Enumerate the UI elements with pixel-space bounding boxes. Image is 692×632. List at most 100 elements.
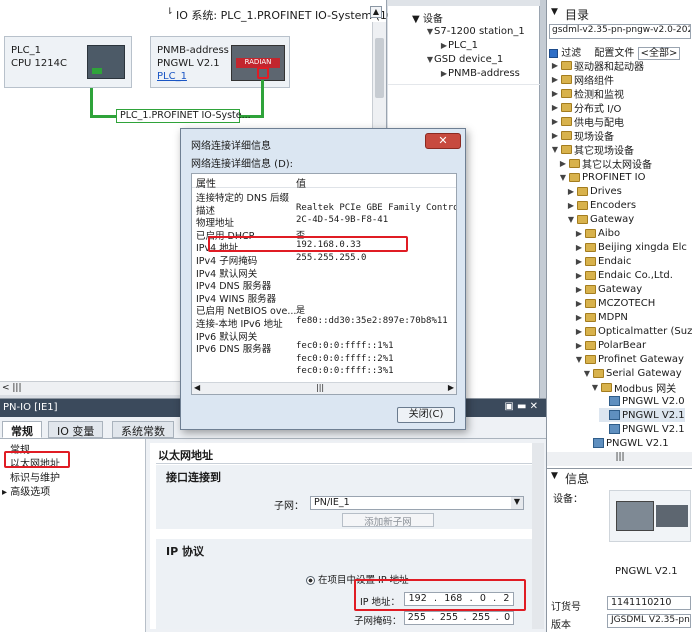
chevron-down-icon[interactable]: ▼ bbox=[551, 145, 559, 154]
catalog-item[interactable]: ▶ 网络组件 bbox=[551, 72, 614, 87]
catalog-item[interactable]: PNGWL V2.1 bbox=[599, 422, 685, 436]
catalog-item[interactable]: ▼ Profinet Gateway bbox=[575, 352, 684, 366]
catalog-item[interactable]: ▶ MDPN bbox=[575, 310, 628, 324]
catalog-item-label: 分布式 I/O bbox=[574, 103, 622, 115]
properties-vscroll[interactable] bbox=[532, 443, 544, 629]
chevron-right-icon[interactable]: ▶ bbox=[567, 187, 575, 196]
scroll-up-arrow-icon[interactable]: ▲ bbox=[370, 6, 382, 18]
detail-row[interactable]: 连接特定的 DNS 后缀 bbox=[196, 190, 289, 204]
chevron-right-icon[interactable]: ▶ bbox=[575, 285, 583, 294]
detail-row[interactable]: IPv4 DNS 服务器 bbox=[196, 278, 271, 292]
chevron-right-icon[interactable]: ▶ bbox=[551, 131, 559, 140]
chevron-right-icon[interactable]: ▶ bbox=[575, 257, 583, 266]
list-hscroll[interactable]: ◀ ||| ▶ bbox=[192, 382, 456, 394]
nav-advanced[interactable]: ▸ 高级选项 bbox=[2, 483, 50, 498]
catalog-item[interactable]: ▶ Opticalmatter (Suzh bbox=[575, 324, 692, 338]
collapse-icon[interactable]: ▼ bbox=[551, 471, 558, 481]
add-subnet-button[interactable]: 添加新子网 bbox=[342, 513, 434, 528]
chevron-down-icon[interactable]: ▼ bbox=[575, 355, 583, 364]
detail-row[interactable]: 连接-本地 IPv6 地址 fe80::dd30:35e2:897e:70b8%1… bbox=[196, 316, 448, 330]
chevron-right-icon[interactable]: ▶ bbox=[559, 159, 567, 168]
chevron-down-icon[interactable]: ▼ bbox=[559, 173, 567, 182]
collapse-icon[interactable]: ⇂ bbox=[166, 7, 174, 17]
nav-identification[interactable]: 标识与维护 bbox=[10, 469, 60, 484]
folder-icon bbox=[585, 312, 596, 322]
tree-item-pnmb[interactable]: ▶PNMB-address bbox=[440, 68, 520, 82]
chevron-right-icon[interactable]: ▶ bbox=[575, 243, 583, 252]
catalog-item[interactable]: ▶ Beijing xingda Elc bbox=[575, 240, 687, 254]
catalog-item[interactable]: ▼ 其它现场设备 bbox=[551, 142, 634, 157]
collapse-icon[interactable]: ▼ bbox=[551, 7, 558, 17]
catalog-item[interactable]: ▶ Endaic Co.,Ltd. bbox=[575, 268, 673, 282]
device-controller-link[interactable]: PLC_1 bbox=[157, 71, 187, 82]
order-number-field[interactable]: 1141110210 bbox=[607, 596, 691, 610]
chevron-right-icon[interactable]: ▶ bbox=[575, 271, 583, 280]
chevron-right-icon[interactable]: ▶ bbox=[575, 229, 583, 238]
catalog-item[interactable]: ▶ 现场设备 bbox=[551, 128, 614, 143]
catalog-title-bar: ▼ 目录 bbox=[547, 6, 692, 22]
chevron-right-icon[interactable]: ▶ bbox=[551, 117, 559, 126]
close-button[interactable]: 关闭(C) bbox=[397, 407, 455, 423]
col-value-header[interactable]: 值 bbox=[296, 175, 306, 190]
chevron-right-icon[interactable]: ▶ bbox=[551, 75, 559, 84]
chevron-right-icon[interactable]: ▶ bbox=[551, 89, 559, 98]
filter-checkbox[interactable] bbox=[549, 48, 558, 58]
chevron-down-icon[interactable]: ▼ bbox=[567, 215, 575, 224]
catalog-item[interactable]: ▶ MCZOTECH bbox=[575, 296, 655, 310]
tree-item-plc[interactable]: ▶PLC_1 bbox=[440, 40, 478, 54]
catalog-item[interactable]: PNGWL V2.1 bbox=[599, 408, 685, 422]
chevron-right-icon[interactable]: ▶ bbox=[575, 341, 583, 350]
catalog-item[interactable]: ▶ Endaic bbox=[575, 254, 632, 268]
tab-general[interactable]: 常规 bbox=[2, 421, 42, 438]
tab-io-tags[interactable]: IO 变量 bbox=[48, 421, 104, 438]
catalog-item[interactable]: ▶ 检测和监视 bbox=[551, 86, 624, 101]
catalog-item[interactable]: ▶ Encoders bbox=[567, 198, 636, 212]
chevron-down-icon[interactable]: ▼ bbox=[591, 383, 599, 392]
catalog-item[interactable]: ▼ Modbus 网关 bbox=[591, 380, 676, 395]
expand-icon[interactable]: ▼ bbox=[412, 14, 420, 25]
catalog-item[interactable]: ▶ Aibo bbox=[575, 226, 620, 240]
catalog-item[interactable]: ▶ PolarBear bbox=[575, 338, 646, 352]
catalog-item[interactable]: ▼ PROFINET IO bbox=[559, 170, 646, 184]
chevron-down-icon[interactable]: ▼ bbox=[583, 369, 591, 378]
detail-row[interactable]: 描述 Realtek PCIe GBE Family Controlle bbox=[196, 203, 456, 217]
catalog-item[interactable]: ▶ 驱动器和起动器 bbox=[551, 58, 644, 73]
chevron-right-icon[interactable]: ▶ bbox=[551, 103, 559, 112]
folder-icon bbox=[569, 158, 580, 168]
catalog-item[interactable]: ▶ Gateway bbox=[575, 282, 642, 296]
gateway-device-box[interactable]: PNMB-address PNGWL V2.1 PLC_1 RADIAN bbox=[150, 36, 290, 88]
catalog-hscroll[interactable]: ||| bbox=[547, 452, 692, 466]
catalog-item[interactable]: ▼ Serial Gateway bbox=[583, 366, 682, 380]
subnet-mask-input[interactable]: 255. 255. 255. 0 bbox=[404, 611, 514, 625]
chevron-right-icon[interactable]: ▶ bbox=[575, 313, 583, 322]
detail-row[interactable]: IPv6 DNS 服务器 fec0:0:0:ffff::1%1 bbox=[196, 341, 394, 355]
plc-device-box[interactable]: PLC_1 CPU 1214C bbox=[4, 36, 132, 88]
catalog-item[interactable]: PNGWL V2.1 bbox=[583, 436, 669, 450]
detail-row[interactable]: IPv4 WINS 服务器 bbox=[196, 291, 276, 305]
catalog-item[interactable]: ▶ 其它以太网设备 bbox=[559, 156, 652, 171]
subnet-label[interactable]: PLC_1.PROFINET IO-Syste... bbox=[116, 109, 251, 123]
close-icon[interactable]: ✕ bbox=[425, 133, 461, 149]
catalog-item[interactable]: ▶ 分布式 I/O bbox=[551, 100, 622, 115]
detail-row[interactable]: 物理地址 2C-4D-54-9B-F8-41 bbox=[196, 215, 388, 229]
catalog-item[interactable]: PNGWL V2.0 bbox=[599, 394, 685, 408]
tree-item-gsd-device[interactable]: ▼GSD device_1 bbox=[426, 54, 503, 68]
detail-row[interactable]: IPv4 默认网关 bbox=[196, 266, 257, 280]
version-field[interactable]: JGSDML V2.35-pn bbox=[607, 614, 691, 628]
chevron-right-icon[interactable]: ▶ bbox=[567, 201, 575, 210]
detail-row[interactable]: 已启用 NetBIOS ove... 是 bbox=[196, 303, 305, 317]
tab-system-constants[interactable]: 系统常数 bbox=[112, 421, 174, 438]
chevron-right-icon[interactable]: ▶ bbox=[575, 299, 583, 308]
subnet-select[interactable]: PN/IE_1 ▼ bbox=[310, 496, 524, 510]
catalog-item[interactable]: ▼ Gateway bbox=[567, 212, 634, 226]
window-control-icons[interactable]: ▣ ▬ ✕ bbox=[504, 401, 538, 412]
catalog-item[interactable]: ▶ Drives bbox=[567, 184, 622, 198]
col-property-header[interactable]: 属性 bbox=[196, 175, 216, 190]
detail-row[interactable]: IPv6 默认网关 bbox=[196, 329, 257, 343]
detail-row[interactable]: IPv4 子网掩码 255.255.255.0 bbox=[196, 253, 366, 267]
chevron-right-icon[interactable]: ▶ bbox=[575, 327, 583, 336]
catalog-item[interactable]: ▶ 供电与配电 bbox=[551, 114, 624, 129]
catalog-search-input[interactable]: gsdml-v2.35-pn-pngw-v2.0-2024042 bbox=[549, 24, 691, 39]
chevron-right-icon[interactable]: ▶ bbox=[551, 61, 559, 70]
tree-item-station[interactable]: ▼S7-1200 station_1 bbox=[426, 26, 525, 40]
